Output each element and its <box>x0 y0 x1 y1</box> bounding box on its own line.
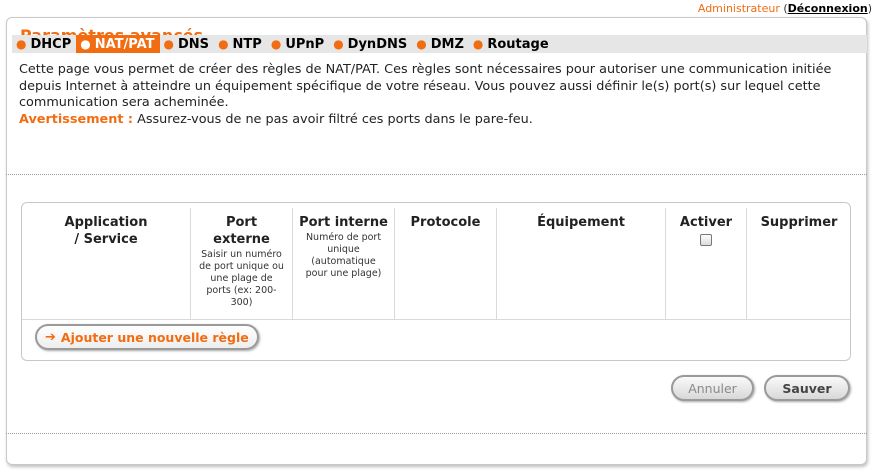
tab-label: NTP <box>232 36 262 52</box>
bullet-icon: ● <box>416 37 427 51</box>
header-application: Application / Service <box>64 215 148 247</box>
header-enable: Activer <box>679 215 733 230</box>
header-external-port: Port externe <box>213 215 270 247</box>
tab-nat-pat[interactable]: ● NAT/PAT <box>76 35 160 53</box>
col-application: Application / Service <box>22 208 190 319</box>
divider <box>6 433 867 434</box>
bullet-icon: ● <box>16 37 27 51</box>
col-external-port: Port externe Saisir un numéro de port un… <box>191 208 292 319</box>
page-description: Cette page vous permet de créer des règl… <box>19 62 859 128</box>
warning-line: Avertissement : Assurez-vous de ne pas a… <box>19 112 859 129</box>
logout-link[interactable]: Déconnexion <box>788 2 868 15</box>
tab-label: DHCP <box>30 36 72 52</box>
add-rule-label: Ajouter une nouvelle règle <box>60 329 249 345</box>
col-internal-port: Port interne Numéro de port unique (auto… <box>293 208 394 319</box>
tab-routage[interactable]: ● Routage <box>469 35 554 53</box>
admin-label: Administrateur <box>697 2 780 15</box>
account-bar: Administrateur (Déconnexion) <box>697 2 872 15</box>
col-enable: Activer <box>666 208 746 319</box>
tab-dyndns[interactable]: ● DynDNS <box>329 35 412 53</box>
add-rule-button[interactable]: ➔ Ajouter une nouvelle règle <box>35 324 259 350</box>
divider <box>6 174 867 175</box>
tab-dns[interactable]: ● DNS <box>160 35 215 53</box>
cancel-button[interactable]: Annuler <box>671 375 754 401</box>
external-port-hint: Saisir un numéro de port unique ou une p… <box>199 249 284 308</box>
bullet-icon: ● <box>333 37 344 51</box>
bullet-icon: ● <box>472 37 484 51</box>
arrow-right-icon: ➔ <box>45 329 56 345</box>
header-device: Équipement <box>537 215 625 230</box>
col-protocol: Protocole <box>395 208 496 319</box>
tab-label: NAT/PAT <box>94 36 155 52</box>
bullet-icon: ● <box>270 37 282 51</box>
tab-label: Routage <box>487 36 549 52</box>
nat-rules-table: Application / Service Port externe Saisi… <box>21 202 851 361</box>
header-protocol: Protocole <box>410 215 481 230</box>
tab-label: DynDNS <box>347 36 408 52</box>
header-delete: Supprimer <box>760 215 838 230</box>
bullet-icon: ● <box>218 37 229 51</box>
header-divider <box>22 319 850 320</box>
tab-ntp[interactable]: ● NTP <box>214 35 267 53</box>
warning-label: Avertissement : <box>19 111 134 127</box>
col-delete: Supprimer <box>747 208 851 319</box>
internal-port-hint: Numéro de port unique (automatique pour … <box>305 232 382 279</box>
tab-label: DNS <box>178 36 210 52</box>
bullet-icon: ● <box>163 37 175 51</box>
settings-tabs: ● DHCP ● NAT/PAT ● DNS ● NTP ● UPnP ● DynDNS ●… <box>12 35 867 53</box>
tab-upnp[interactable]: ● UPnP <box>267 35 329 53</box>
save-button[interactable]: Sauver <box>764 375 850 401</box>
header-internal-port: Port interne <box>299 215 388 230</box>
tab-dmz[interactable]: ● DMZ <box>412 35 469 53</box>
description-text: Cette page vous permet de créer des règl… <box>19 62 832 110</box>
warning-text: Assurez-vous de ne pas avoir filtré ces … <box>133 111 533 127</box>
col-device: Équipement <box>497 208 665 319</box>
tab-label: DMZ <box>430 36 464 52</box>
tab-label: UPnP <box>285 36 325 52</box>
tab-dhcp[interactable]: ● DHCP <box>12 35 76 53</box>
enable-all-checkbox[interactable] <box>700 234 712 246</box>
bullet-icon: ● <box>80 37 91 51</box>
